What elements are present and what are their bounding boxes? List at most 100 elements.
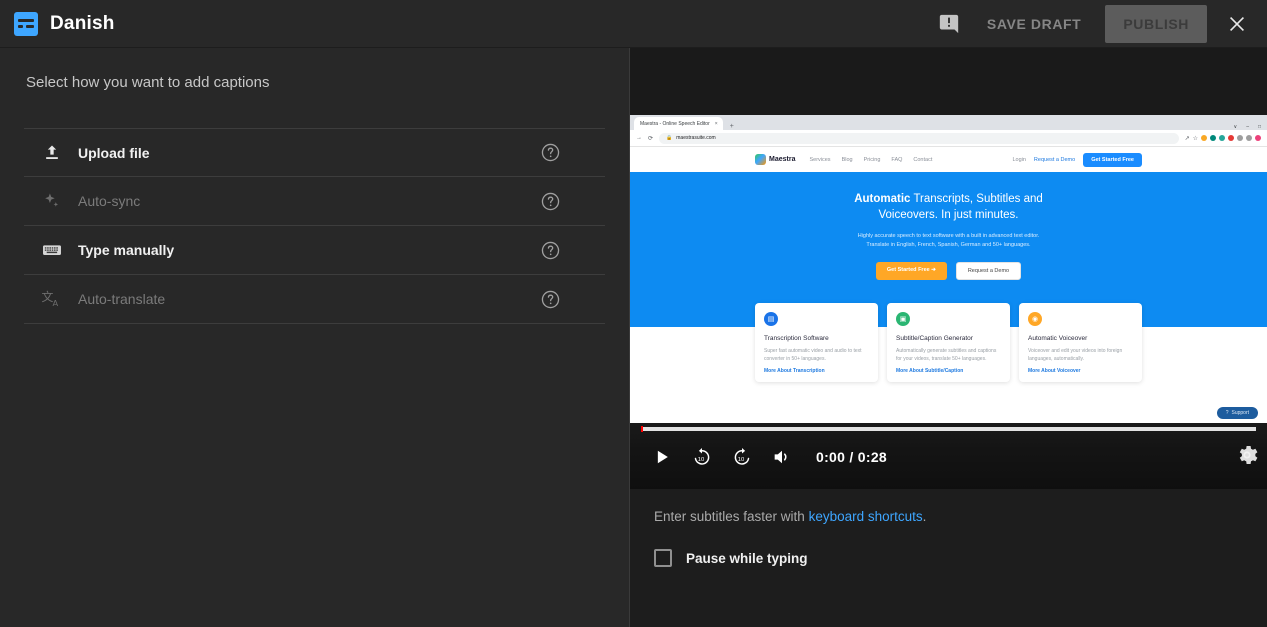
card-link: More About Subtitle/Caption xyxy=(896,368,964,374)
nav-cta-button: Get Started Free xyxy=(1083,152,1142,167)
restore-icon: – xyxy=(1246,124,1249,130)
player-controls: 10 10 0:00 / 0:28 xyxy=(630,423,1267,489)
reload-icon: ⟳ xyxy=(648,135,654,142)
keyboard-shortcuts-hint: Enter subtitles faster with keyboard sho… xyxy=(654,509,1243,524)
option-label: Upload file xyxy=(78,144,150,161)
browser-tab-title: Maestra - Online Speech Editor xyxy=(640,120,710,127)
site-nav-links: Services Blog Pricing FAQ Contact xyxy=(809,157,932,163)
star-icon: ☆ xyxy=(1192,135,1198,142)
nav-demo-link: Request a Demo xyxy=(1033,156,1076,163)
progress-bar[interactable] xyxy=(641,426,1256,432)
option-label: Auto-sync xyxy=(78,193,141,209)
caption-method-panel: Select how you want to add captions Uplo… xyxy=(0,48,630,627)
browser-tab-strip: Maestra - Online Speech Editor × + ∨ – □ xyxy=(630,115,1267,130)
play-button[interactable] xyxy=(642,437,682,477)
keyboard-shortcuts-link[interactable]: keyboard shortcuts xyxy=(809,509,923,524)
browser-toolbar: → ⟳ 🔒 maestrasuite.com ↗ ☆ xyxy=(630,130,1267,147)
caption-editor-window: Danish SAVE DRAFT PUBLISH Select how you… xyxy=(0,0,1267,627)
option-label: Type manually xyxy=(78,242,175,258)
forward-10-button[interactable]: 10 xyxy=(722,437,762,477)
subtitle-entry-hints: Enter subtitles faster with keyboard sho… xyxy=(630,489,1267,567)
hero-sub-line2: Translate in English, French, Spanish, G… xyxy=(866,242,1031,248)
card-title: Subtitle/Caption Generator xyxy=(896,335,973,342)
hero-title-bold: Automatic xyxy=(854,193,911,205)
hero-sub-line1: Highly accurate speech to text software … xyxy=(857,233,1040,239)
svg-text:10: 10 xyxy=(738,457,745,463)
nav-link-blog: Blog xyxy=(841,156,853,163)
card-link: More About Voiceover xyxy=(1028,368,1081,374)
browser-url: maestrasuite.com xyxy=(676,135,716,141)
site-logo: Maestra xyxy=(755,154,795,165)
extension-icon xyxy=(1237,135,1243,141)
extension-icon xyxy=(1255,135,1261,141)
svg-text:A: A xyxy=(52,298,58,308)
closed-captions-icon xyxy=(14,11,38,36)
hint-prefix: Enter subtitles faster with xyxy=(654,509,809,524)
window-controls: ∨ – □ xyxy=(1234,124,1267,130)
card-body: Super fast automatic video and audio to … xyxy=(764,348,862,362)
app-header: Danish SAVE DRAFT PUBLISH xyxy=(0,0,1267,48)
share-icon: ↗ xyxy=(1184,135,1190,142)
option-upload-file[interactable]: Upload file xyxy=(24,128,605,177)
hero-subtitle: Highly accurate speech to text software … xyxy=(630,232,1267,250)
gear-icon[interactable] xyxy=(1235,443,1259,467)
publish-button[interactable]: PUBLISH xyxy=(1105,4,1207,43)
lock-icon: 🔒 xyxy=(666,135,673,141)
card-title: Transcription Software xyxy=(764,335,829,342)
back-icon: → xyxy=(636,135,642,141)
support-pill: ? Support xyxy=(1216,407,1258,419)
translate-icon: 文 A xyxy=(26,288,78,310)
playhead-marker[interactable] xyxy=(641,426,643,432)
extension-icon xyxy=(1246,135,1252,141)
pause-while-typing-row[interactable]: Pause while typing xyxy=(654,549,1243,567)
time-display: 0:00 / 0:28 xyxy=(816,449,888,465)
support-icon: ? xyxy=(1225,410,1229,416)
feature-card: ▣ Subtitle/Caption Generator Automatical… xyxy=(887,303,1010,382)
page-title: Danish xyxy=(50,12,115,34)
sparkle-icon xyxy=(26,191,78,211)
video-player[interactable]: Maestra - Online Speech Editor × + ∨ – □… xyxy=(630,48,1267,489)
hero-primary-cta: Get Started Free ➔ xyxy=(875,262,947,280)
option-label: Auto-translate xyxy=(78,291,166,307)
upload-icon xyxy=(26,143,78,163)
brand-name: Maestra xyxy=(769,156,796,163)
nav-link-contact: Contact xyxy=(913,156,933,163)
save-draft-button[interactable]: SAVE DRAFT xyxy=(973,6,1095,42)
video-frame: Maestra - Online Speech Editor × + ∨ – □… xyxy=(630,115,1267,423)
maximize-icon: □ xyxy=(1257,124,1261,130)
help-circle-icon[interactable] xyxy=(540,240,561,261)
voice-icon: ◉ xyxy=(1028,312,1042,326)
option-auto-translate[interactable]: 文 A Auto-translate xyxy=(24,275,605,324)
card-body: Voiceover and edit your videos into fore… xyxy=(1028,348,1123,362)
option-type-manually[interactable]: Type manually xyxy=(24,226,605,275)
browser-url-bar: 🔒 maestrasuite.com xyxy=(659,132,1179,144)
browser-extensions: ↗ ☆ xyxy=(1185,135,1261,142)
extension-icon xyxy=(1210,135,1216,141)
volume-button[interactable] xyxy=(762,437,802,477)
close-icon[interactable] xyxy=(1217,4,1257,44)
help-circle-icon[interactable] xyxy=(540,191,561,212)
svg-text:10: 10 xyxy=(698,457,705,463)
nav-link-services: Services xyxy=(809,156,831,163)
pause-while-typing-checkbox[interactable] xyxy=(654,549,672,567)
hero-title: Automatic Transcripts, Subtitles and Voi… xyxy=(630,191,1267,223)
hero-secondary-cta: Request a Demo xyxy=(955,262,1022,280)
nav-link-pricing: Pricing xyxy=(863,156,881,163)
feature-cards: ▤ Transcription Software Super fast auto… xyxy=(630,303,1267,392)
card-title: Automatic Voiceover xyxy=(1028,335,1088,342)
feedback-icon[interactable] xyxy=(929,4,969,44)
card-link: More About Transcription xyxy=(764,368,825,374)
option-auto-sync[interactable]: Auto-sync xyxy=(24,177,605,226)
site-navbar: Maestra Services Blog Pricing FAQ Contac… xyxy=(630,147,1267,172)
support-label: Support xyxy=(1231,410,1249,416)
help-circle-icon[interactable] xyxy=(540,289,561,310)
extension-icon xyxy=(1228,135,1234,141)
hero-title-line2: Voiceovers. In just minutes. xyxy=(878,209,1019,221)
editor-body: Select how you want to add captions Uplo… xyxy=(0,48,1267,627)
help-circle-icon[interactable] xyxy=(540,142,561,163)
nav-login-link: Login xyxy=(1012,156,1026,163)
caption-icon: ▣ xyxy=(896,312,910,326)
browser-tab: Maestra - Online Speech Editor × xyxy=(634,117,723,130)
rewind-10-button[interactable]: 10 xyxy=(682,437,722,477)
keyboard-icon xyxy=(26,239,78,261)
